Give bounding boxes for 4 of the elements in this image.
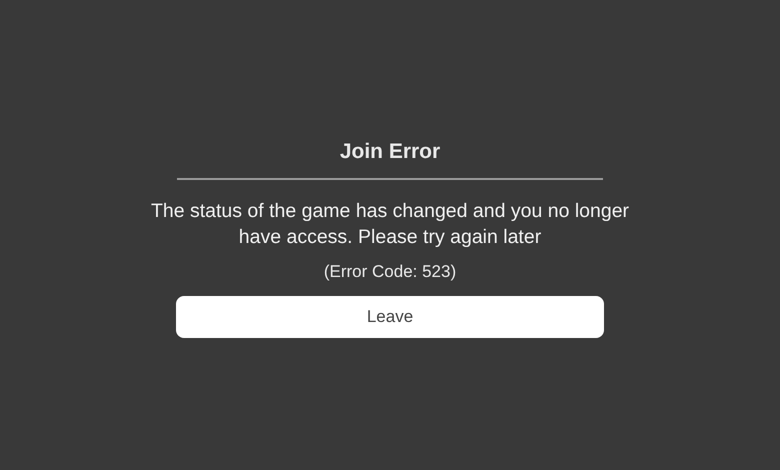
error-code: (Error Code: 523) xyxy=(324,262,456,282)
leave-button[interactable]: Leave xyxy=(176,296,604,338)
error-message: The status of the game has changed and you no longer have access. Please try again later xyxy=(150,199,630,250)
dialog-title: Join Error xyxy=(340,140,440,164)
